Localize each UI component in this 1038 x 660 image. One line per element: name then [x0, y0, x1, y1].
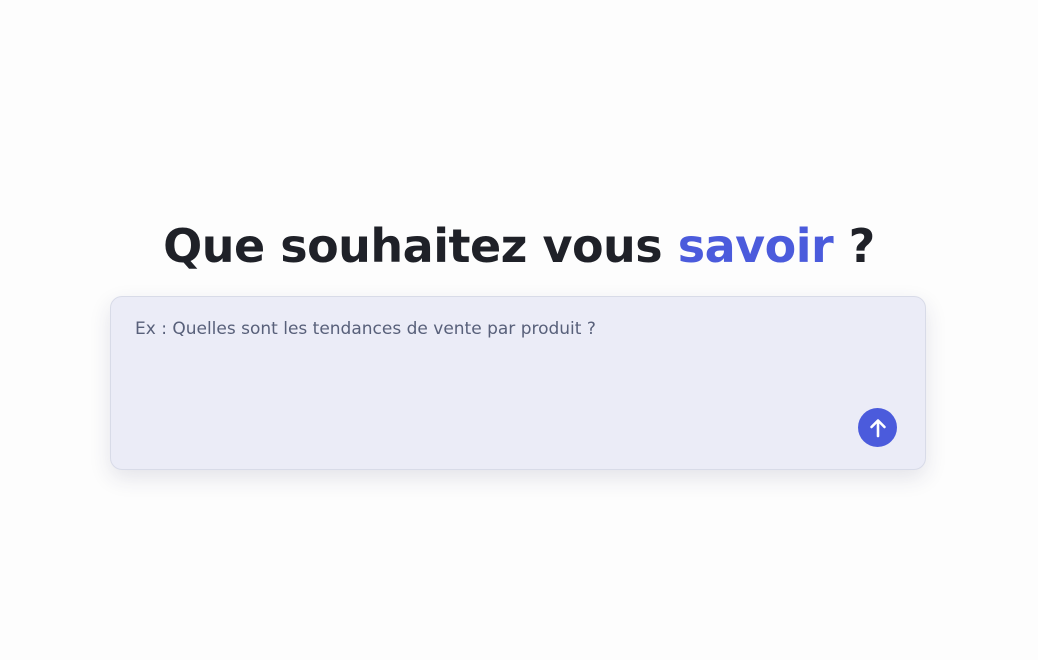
question-input[interactable] [135, 319, 835, 439]
title-suffix: ? [833, 218, 876, 273]
page-title: Que souhaitez vous savoir ? [0, 219, 1038, 273]
title-prefix: Que souhaitez vous [163, 218, 678, 273]
title-highlight: savoir [677, 218, 834, 273]
arrow-up-icon [869, 418, 886, 437]
query-box [110, 296, 926, 470]
submit-button[interactable] [858, 408, 897, 447]
page: Que souhaitez vous savoir ? [0, 0, 1038, 660]
